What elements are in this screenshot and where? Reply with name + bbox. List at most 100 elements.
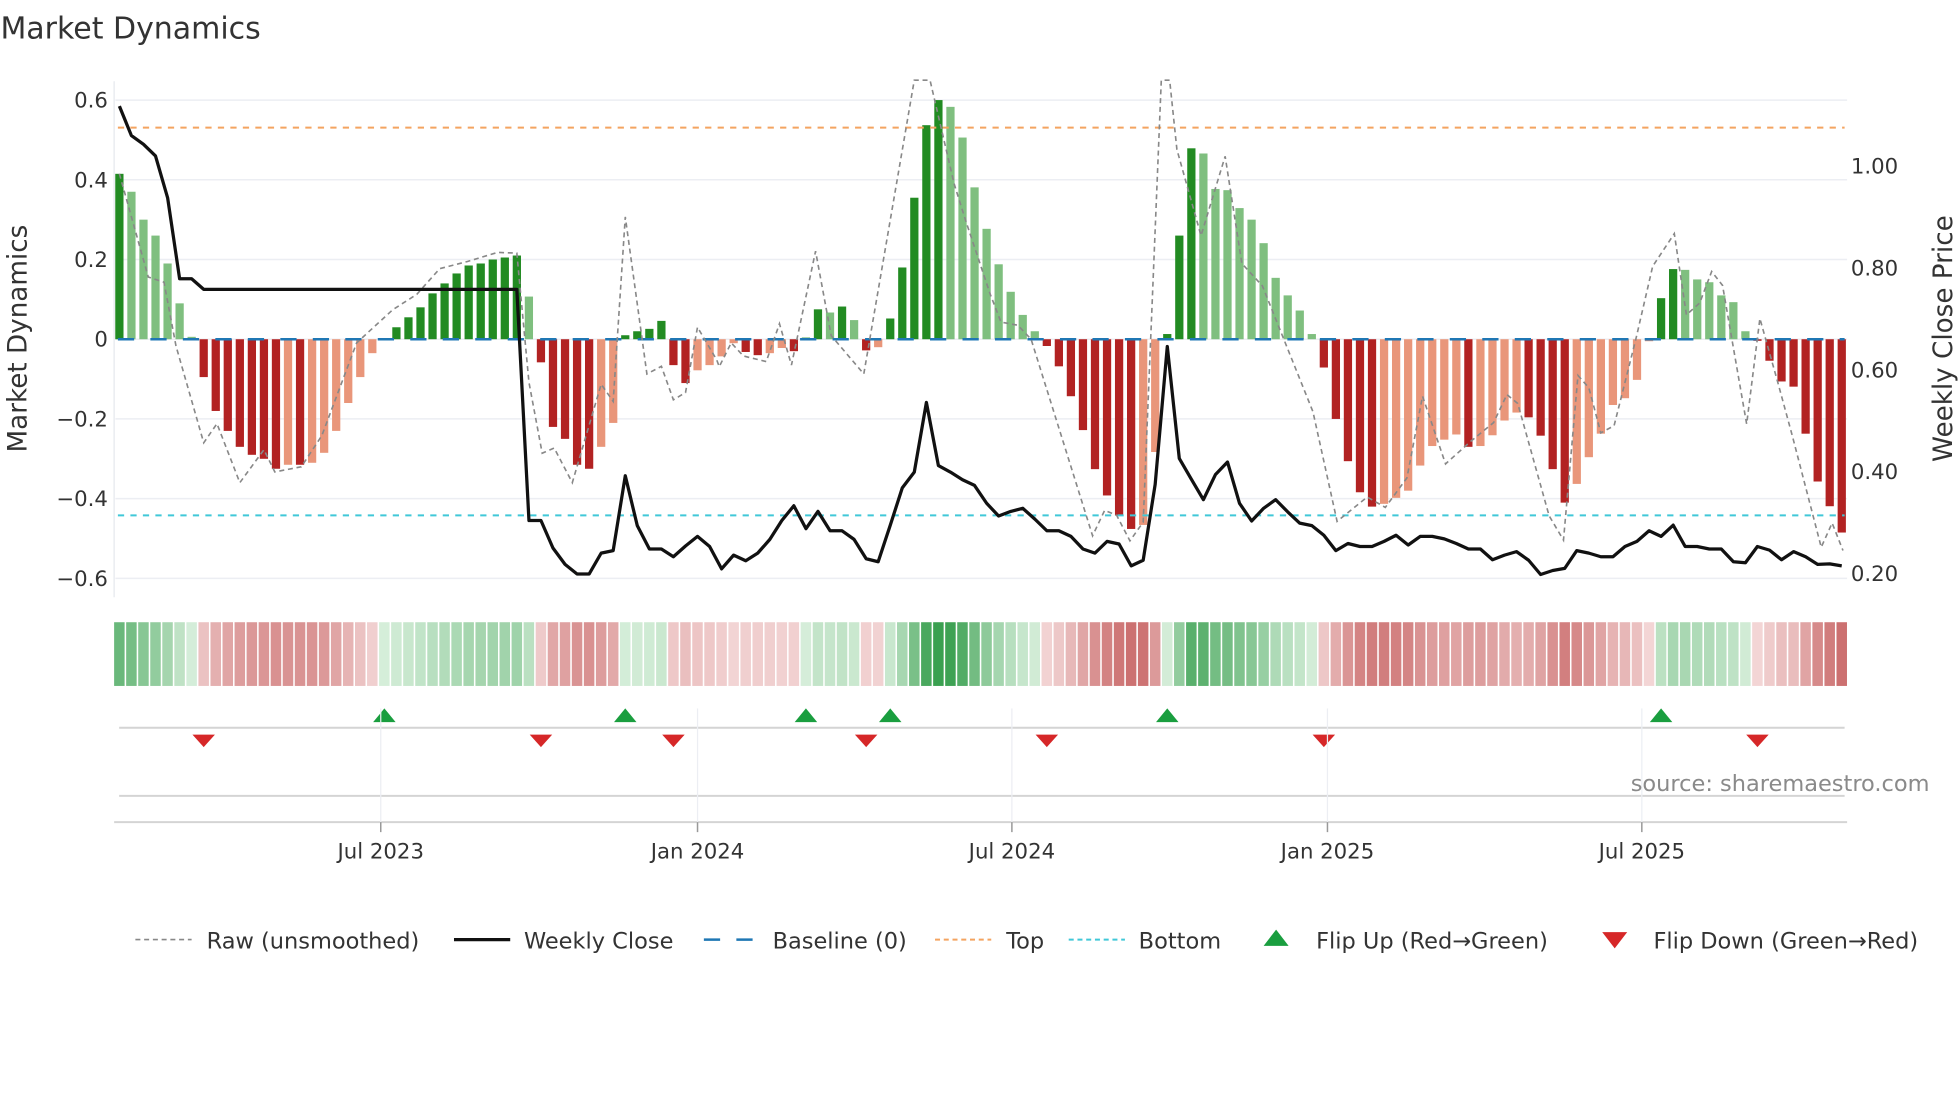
heat-cell xyxy=(186,622,197,686)
heat-cell xyxy=(897,622,908,686)
bar-positive xyxy=(1199,153,1208,340)
heat-cell xyxy=(1426,622,1438,686)
bar-negative xyxy=(1548,339,1557,470)
right-y-ticks: 1.00 0.80 0.60 0.40 0.20 xyxy=(1851,155,1898,587)
heat-cell xyxy=(1234,622,1245,686)
bar-positive xyxy=(994,264,1003,340)
heat-cell xyxy=(1270,622,1281,686)
chart-legend: Raw (unsmoothed) Weekly Close Baseline (0)… xyxy=(135,928,1918,954)
y-tick-label: 0.6 xyxy=(74,89,108,114)
heat-cell xyxy=(909,622,920,686)
heat-cell xyxy=(198,622,209,686)
heat-cell xyxy=(1137,622,1149,686)
bar-negative xyxy=(1078,339,1088,431)
bar-positive xyxy=(175,303,184,340)
legend-label: Baseline (0) xyxy=(773,928,907,954)
bar-positive xyxy=(115,173,124,340)
heat-cell xyxy=(1414,622,1426,686)
heat-cell xyxy=(427,622,438,686)
bar-negative xyxy=(247,339,257,455)
bar-positive xyxy=(1669,269,1678,340)
bar-negative xyxy=(1331,339,1341,419)
x-tick-label: Jul 2023 xyxy=(336,839,424,864)
bar-positive xyxy=(1307,334,1316,340)
heat-cell xyxy=(1535,622,1546,686)
bar-negative xyxy=(560,339,570,439)
bar-positive xyxy=(476,263,485,340)
bar-positive xyxy=(524,296,534,340)
heat-cell xyxy=(1691,622,1703,686)
heat-cell xyxy=(523,622,535,686)
bar-positive xyxy=(946,106,955,340)
legend-label: Weekly Close xyxy=(524,928,673,954)
bar-negative xyxy=(1090,339,1100,470)
bar-positive xyxy=(1175,235,1184,340)
heat-cell xyxy=(860,622,872,686)
heat-cell xyxy=(1077,622,1089,686)
bar-positive xyxy=(1018,314,1027,340)
bar-negative xyxy=(307,339,317,463)
bar-positive xyxy=(645,328,654,340)
heat-cell xyxy=(1487,622,1498,686)
x-tick-label: Jul 2025 xyxy=(1597,839,1685,864)
heat-cell xyxy=(559,622,571,686)
heat-cell xyxy=(367,622,378,686)
heat-cell xyxy=(764,622,776,686)
heat-cell xyxy=(1246,622,1257,686)
heat-cell xyxy=(114,622,125,686)
heat-cell xyxy=(330,622,342,686)
bar-negative xyxy=(1404,339,1413,491)
bar-negative xyxy=(1379,339,1389,504)
bar-positive xyxy=(428,293,437,340)
bar-positive xyxy=(464,265,473,340)
bar-negative xyxy=(741,339,750,352)
heat-cell xyxy=(222,622,234,686)
heat-cell xyxy=(1559,622,1570,686)
heat-cell xyxy=(656,622,667,686)
bar-positive xyxy=(886,318,895,340)
bar-negative xyxy=(211,339,220,411)
bar-negative xyxy=(1367,339,1377,507)
bar-positive xyxy=(813,309,823,340)
bar-negative xyxy=(717,339,726,357)
bar-positive xyxy=(440,283,449,340)
heat-cell xyxy=(921,622,932,686)
bar-negative xyxy=(1114,339,1124,516)
heat-cell xyxy=(1161,622,1173,686)
heat-cell xyxy=(1523,622,1534,686)
heat-cell xyxy=(1667,622,1679,686)
heat-cell xyxy=(1282,622,1293,686)
heat-cell xyxy=(126,622,137,686)
heat-cell xyxy=(1679,622,1691,686)
bar-negative xyxy=(1391,339,1401,498)
legend-label: Flip Down (Green→Red) xyxy=(1653,928,1918,954)
heat-cell xyxy=(1198,622,1209,686)
flip-down-marker xyxy=(854,734,878,748)
y-tick-label: 0 xyxy=(94,328,108,353)
bar-negative xyxy=(1777,339,1786,382)
heat-cell xyxy=(1101,622,1113,686)
flip-down-marker xyxy=(192,734,215,748)
heat-cell xyxy=(463,622,474,686)
bar-negative xyxy=(1536,339,1545,436)
heat-cell xyxy=(342,622,354,686)
legend-label: Top xyxy=(1005,928,1044,954)
heat-cell xyxy=(704,622,715,686)
bar-positive xyxy=(1259,243,1268,340)
bar-positive xyxy=(404,317,413,340)
bar-positive xyxy=(139,219,148,340)
heat-cell xyxy=(1439,622,1450,686)
heat-cell xyxy=(1186,622,1197,686)
heat-cell xyxy=(824,622,836,686)
bar-positive xyxy=(1187,148,1196,340)
heat-cell xyxy=(776,622,788,686)
heat-cell xyxy=(1703,622,1715,686)
bar-positive xyxy=(1247,219,1256,340)
heat-cell xyxy=(234,622,246,686)
heat-cell xyxy=(752,622,763,686)
heat-cell xyxy=(511,622,523,686)
flip-down-marker xyxy=(1312,734,1336,748)
bar-positive xyxy=(910,197,919,340)
heat-cell xyxy=(595,622,607,686)
heat-cell xyxy=(258,622,270,686)
